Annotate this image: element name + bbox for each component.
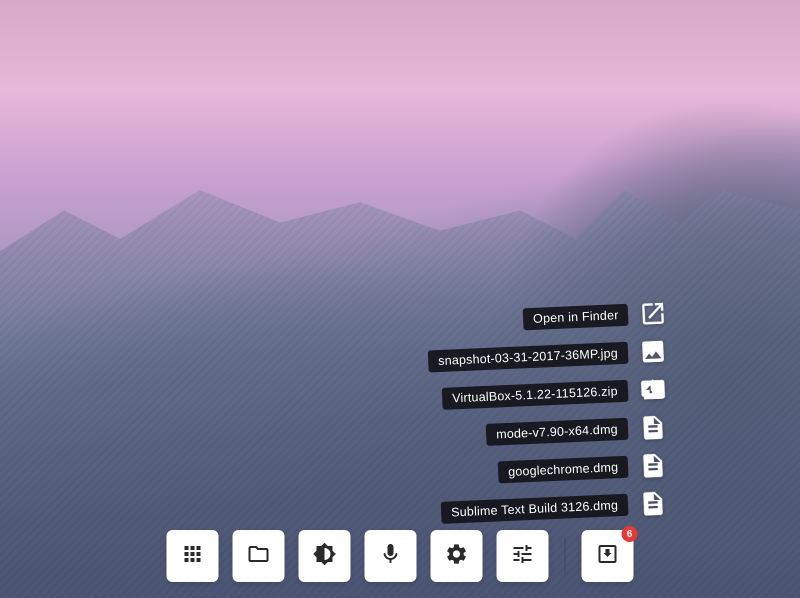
download-icon — [596, 542, 620, 571]
downloads-popup: Open in Finder snapshot-03-31-2017-36MP.… — [428, 298, 668, 518]
download-item-open-finder[interactable]: Open in Finder — [522, 298, 669, 334]
sliders-icon — [511, 542, 535, 571]
mic-icon — [379, 542, 403, 571]
dock-downloads[interactable]: 6 — [582, 530, 634, 582]
download-item-label: Open in Finder — [522, 304, 628, 331]
dock-separator — [565, 537, 566, 575]
download-item-mode[interactable]: mode-v7.90-x64.dmg — [486, 412, 669, 450]
download-item-virtualbox[interactable]: VirtualBox-5.1.22-115126.zip — [442, 374, 669, 414]
gear-icon — [445, 542, 469, 571]
file-icon — [637, 412, 668, 443]
download-item-label: snapshot-03-31-2017-36MP.jpg — [428, 342, 629, 373]
grid-icon — [181, 542, 205, 571]
dock-apps-grid[interactable] — [167, 530, 219, 582]
file-icon — [637, 450, 668, 481]
dock-microphone[interactable] — [365, 530, 417, 582]
download-item-label: mode-v7.90-x64.dmg — [486, 418, 629, 446]
download-item-label: googlechrome.dmg — [497, 456, 628, 484]
image-icon — [637, 336, 668, 367]
folder-icon — [247, 542, 271, 571]
dock: 6 — [167, 530, 634, 582]
open-external-icon — [637, 298, 668, 329]
dock-brightness[interactable] — [299, 530, 351, 582]
download-item-snapshot[interactable]: snapshot-03-31-2017-36MP.jpg — [428, 336, 669, 376]
download-item-label: VirtualBox-5.1.22-115126.zip — [442, 380, 628, 410]
dock-files[interactable] — [233, 530, 285, 582]
dock-equalizer[interactable] — [497, 530, 549, 582]
dock-settings[interactable] — [431, 530, 483, 582]
file-icon — [637, 488, 668, 519]
download-item-chrome[interactable]: googlechrome.dmg — [497, 450, 668, 487]
download-item-label: Sublime Text Build 3126.dmg — [441, 494, 629, 524]
downloads-badge: 6 — [622, 526, 638, 542]
brightness-icon — [313, 542, 337, 571]
archive-icon — [637, 374, 668, 405]
